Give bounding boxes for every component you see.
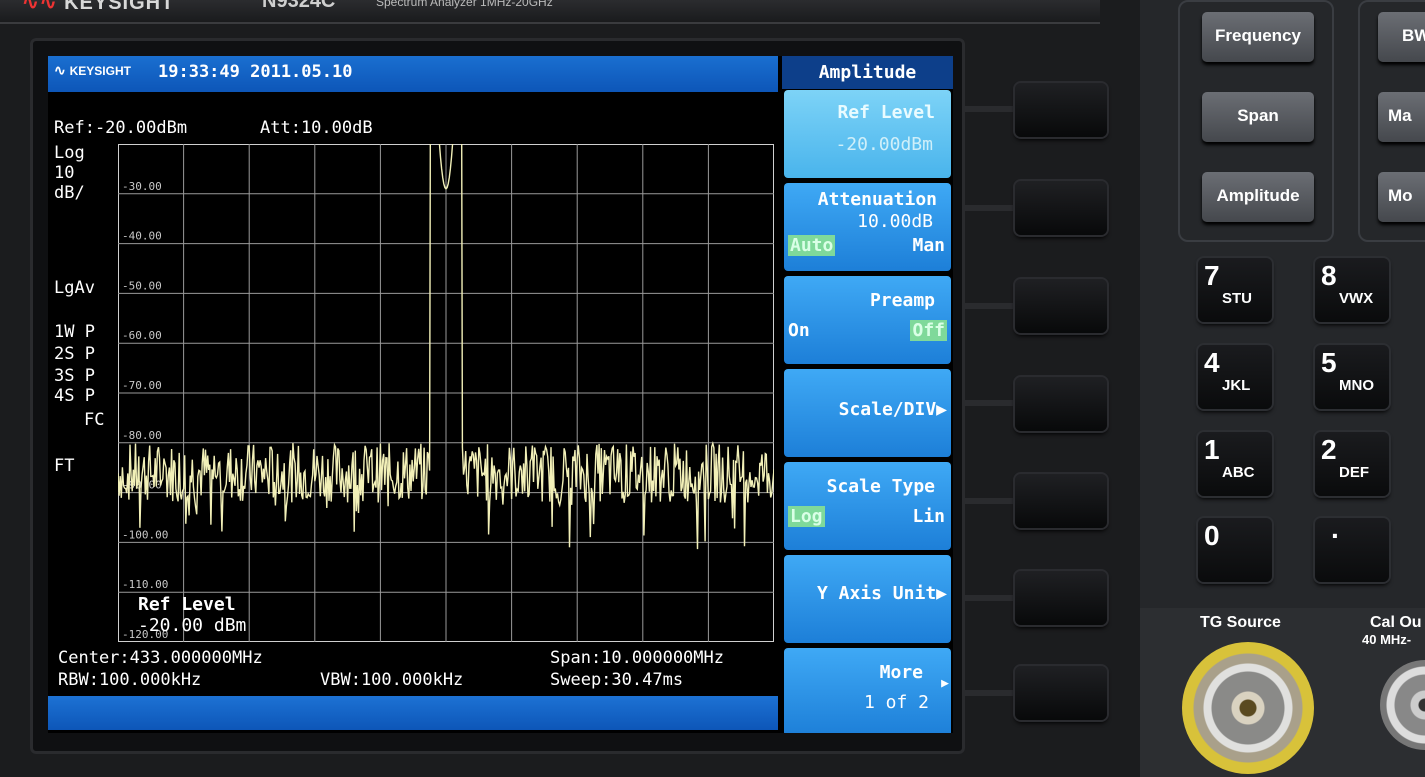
- message-bar: [48, 696, 778, 730]
- analyzer-display: ∿ KEYSIGHT 19:33:49 2011.05.10 Ref:-20.0…: [48, 56, 953, 733]
- softkey-attenuation-value: 10.00dB: [857, 211, 933, 232]
- softkey-more-label: More: [879, 662, 923, 683]
- cal-out-freq: 40 MHz-: [1362, 632, 1412, 647]
- hw-softkey-2[interactable]: [1015, 181, 1107, 235]
- scale-type-log-option: Log: [788, 506, 825, 527]
- center-freq: Center:433.000000MHz: [58, 648, 263, 668]
- y-tick-label: -40.00: [122, 230, 162, 243]
- trace-status-1: 1W P: [54, 322, 95, 342]
- key-1[interactable]: 1 ABC: [1198, 432, 1272, 496]
- sweep-time: Sweep:30.47ms: [550, 670, 684, 690]
- hw-softkey-4[interactable]: [1015, 377, 1107, 431]
- scale-unit: dB/: [54, 183, 85, 203]
- softkey-scale-div[interactable]: Scale/DIV▶: [784, 369, 951, 457]
- scale-type-lin-option: Lin: [912, 506, 945, 527]
- preamp-off-option: Off: [910, 320, 947, 341]
- keysight-wave-icon: ∿: [54, 62, 66, 78]
- sweep-info: Center:433.000000MHz Span:10.000000MHz R…: [48, 644, 778, 694]
- frequency-key[interactable]: Frequency: [1202, 12, 1314, 62]
- key-8[interactable]: 8 VWX: [1315, 258, 1389, 322]
- more-arrow-icon: ▶: [941, 676, 949, 691]
- y-tick-label: -50.00: [122, 279, 162, 292]
- key-5[interactable]: 5 MNO: [1315, 345, 1389, 409]
- scale-log: Log: [54, 143, 85, 163]
- softkey-scale-type[interactable]: Scale Type Log Lin: [784, 462, 951, 550]
- y-tick-label: -60.00: [122, 329, 162, 342]
- screen-logo: ∿ KEYSIGHT: [54, 62, 131, 78]
- ref-level-value: -20.00 dBm: [138, 615, 247, 636]
- attenuation-auto-option: Auto: [788, 235, 836, 256]
- hw-softkey-6[interactable]: [1015, 571, 1107, 625]
- trace-status-3: 3S P: [54, 366, 95, 386]
- softkey-y-axis-unit-label: Y Axis Unit▶: [816, 583, 947, 604]
- softkey-ref-level-value: -20.00dBm: [835, 134, 933, 155]
- y-tick-label: -110.00: [122, 578, 168, 591]
- softkey-more-page: 1 of 2: [863, 692, 929, 713]
- front-panel: Frequency Span Amplitude BW Ma Mo 7 STU 8…: [1140, 0, 1425, 777]
- instrument-header: ∿∿ KEYSIGHT N9324C Spectrum Analyzer 1MH…: [0, 0, 1100, 24]
- y-tick-label: -70.00: [122, 379, 162, 392]
- softkey-more[interactable]: More 1 of 2 ▶: [784, 648, 951, 733]
- key-4[interactable]: 4 JKL: [1198, 345, 1272, 409]
- softkey-connector: [963, 690, 1018, 696]
- bw-key[interactable]: BW: [1378, 12, 1425, 62]
- trace-status-4: 4S P: [54, 386, 95, 406]
- preamp-on-option: On: [788, 320, 810, 341]
- hw-softkey-5[interactable]: [1015, 474, 1107, 528]
- softkey-y-axis-unit[interactable]: Y Axis Unit▶: [784, 555, 951, 643]
- softkey-preamp[interactable]: Preamp On Off: [784, 276, 951, 364]
- softkey-connector: [963, 303, 1018, 309]
- tg-source-label: TG Source: [1200, 614, 1281, 631]
- tg-source-connector-icon[interactable]: [1182, 642, 1314, 774]
- mode-key[interactable]: Mo: [1378, 172, 1425, 222]
- attenuation-man-option: Man: [912, 235, 945, 256]
- hw-softkey-1[interactable]: [1015, 83, 1107, 137]
- rbw-readout: RBW:100.000kHz: [58, 670, 202, 690]
- softkey-ref-level-label: Ref Level: [837, 102, 935, 123]
- softkey-connector: [963, 498, 1018, 504]
- softkey-scale-type-label: Scale Type: [826, 476, 935, 497]
- y-tick-label: -80.00: [122, 429, 162, 442]
- brand-logo: ∿∿ KEYSIGHT: [22, 0, 175, 14]
- softkey-preamp-label: Preamp: [869, 290, 935, 311]
- key-2[interactable]: 2 DEF: [1315, 432, 1389, 496]
- y-tick-label: -30.00: [122, 180, 162, 193]
- span-readout: Span:10.000000MHz: [550, 648, 724, 668]
- avg-mode: LgAv: [54, 278, 95, 298]
- softkey-scale-div-label: Scale/DIV▶: [838, 399, 947, 420]
- trace-status-2: 2S P: [54, 344, 95, 364]
- att-readout: Att:10.00dB: [260, 118, 373, 138]
- softkey-ref-level[interactable]: Ref Level -20.00dBm: [784, 90, 951, 178]
- span-key[interactable]: Span: [1202, 92, 1314, 142]
- ft-indicator: FT: [54, 456, 75, 476]
- hw-softkey-7[interactable]: [1015, 666, 1107, 720]
- fc-indicator: FC: [84, 410, 105, 430]
- scale-div: 10: [54, 163, 75, 183]
- y-tick-label: -100.00: [122, 528, 168, 541]
- key-0[interactable]: 0: [1198, 518, 1272, 582]
- softkey-attenuation[interactable]: Attenuation 10.00dB Auto Man: [784, 183, 951, 271]
- key-decimal[interactable]: ·: [1315, 518, 1389, 582]
- menu-title: Amplitude: [782, 56, 953, 89]
- marker-key[interactable]: Ma: [1378, 92, 1425, 142]
- instrument-subtitle: Spectrum Analyzer 1MHz-20GHz: [376, 0, 553, 9]
- key-7[interactable]: 7 STU: [1198, 258, 1272, 322]
- ref-readout: Ref:-20.00dBm: [54, 118, 188, 138]
- clock: 19:33:49 2011.05.10: [158, 62, 353, 82]
- model-number: N9324C: [262, 0, 336, 12]
- spectrum-plot: -30.00-40.00-50.00-60.00-70.00-80.00-90.…: [118, 144, 774, 642]
- softkey-connector: [963, 205, 1018, 211]
- softkey-connector: [963, 595, 1018, 601]
- vbw-readout: VBW:100.000kHz: [320, 670, 464, 690]
- hw-softkey-3[interactable]: [1015, 279, 1107, 333]
- cal-out-label: Cal Ou: [1370, 614, 1422, 631]
- softkey-attenuation-label: Attenuation: [817, 189, 937, 210]
- softkey-connector: [963, 400, 1018, 406]
- status-header: ∿ KEYSIGHT 19:33:49 2011.05.10: [48, 56, 778, 92]
- ref-level-label: Ref Level: [138, 594, 236, 615]
- softkey-connector: [963, 106, 1018, 112]
- amplitude-key[interactable]: Amplitude: [1202, 172, 1314, 222]
